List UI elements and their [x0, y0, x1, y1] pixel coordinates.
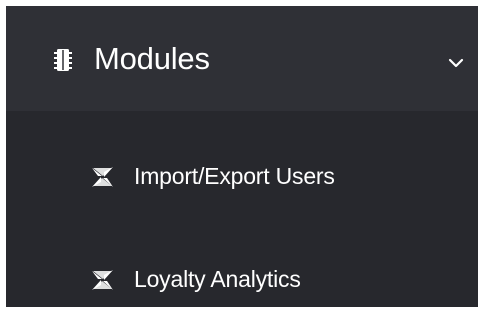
- submenu-item-label: Import/Export Users: [134, 163, 335, 189]
- chip-icon: [53, 48, 73, 72]
- modules-menu-label: Modules: [94, 41, 210, 76]
- module-star-icon: [91, 166, 114, 188]
- module-star-icon: [91, 269, 114, 291]
- submenu-item-loyalty-analytics[interactable]: Loyalty Analytics: [6, 250, 478, 308]
- submenu-item-label: Loyalty Analytics: [134, 266, 301, 292]
- modules-menu-header[interactable]: Modules: [6, 6, 478, 111]
- submenu-item-import-export-users[interactable]: Import/Export Users: [6, 147, 478, 205]
- sidebar-menu-frame: Modules Import/Export Users Loyalty Anal…: [0, 0, 481, 313]
- chevron-down-icon[interactable]: [448, 55, 464, 68]
- modules-submenu: Import/Export Users Loyalty Analytics: [6, 111, 478, 307]
